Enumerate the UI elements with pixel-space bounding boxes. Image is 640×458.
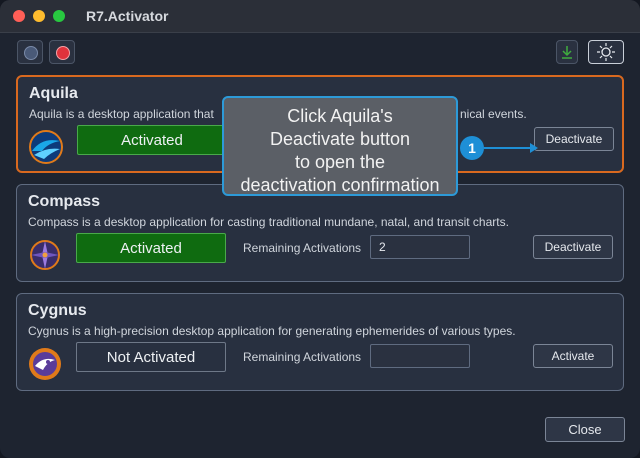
cygnus-logo-icon [29, 348, 61, 380]
product-panel-compass: Compass Compass is a desktop application… [16, 184, 624, 282]
product-name: Compass [28, 193, 101, 210]
download-button[interactable] [556, 40, 578, 64]
pointer-arrow-line [484, 147, 532, 149]
record-icon [24, 46, 38, 60]
aquila-logo-icon [29, 130, 63, 164]
product-name: Aquila [29, 85, 78, 102]
product-description: Cygnus is a high-precision desktop appli… [28, 324, 516, 338]
deactivate-button-compass[interactable]: Deactivate [533, 235, 613, 259]
close-button[interactable]: Close [545, 417, 625, 442]
sun-icon [597, 43, 615, 61]
compass-logo-icon [30, 240, 60, 270]
arrow-right-icon [530, 143, 538, 153]
activation-status: Not Activated [76, 342, 226, 372]
title-bar: R7.Activator [0, 0, 640, 33]
tutorial-callout: Click Aquila's Deactivate button to open… [222, 96, 458, 196]
product-description: Compass is a desktop application for cas… [28, 215, 509, 229]
remaining-activations-field [370, 344, 470, 368]
activate-button-cygnus[interactable]: Activate [533, 344, 613, 368]
step-number-badge: 1 [460, 136, 484, 160]
product-name: Cygnus [28, 302, 87, 319]
deactivate-button-aquila[interactable]: Deactivate [534, 127, 614, 151]
callout-line: to open the [294, 152, 386, 172]
remaining-activations-label: Remaining Activations [243, 241, 362, 255]
activation-status: Activated [77, 125, 227, 155]
minimize-window-button[interactable] [33, 10, 45, 22]
activator-window: R7.Activator Aquila Aquila is a desktop … [0, 0, 640, 458]
product-panel-cygnus: Cygnus Cygnus is a high-precision deskto… [16, 293, 624, 391]
callout-line: Click Aquila's [287, 106, 393, 126]
zoom-window-button[interactable] [53, 10, 65, 22]
product-description: Aquila is a desktop application that [29, 107, 214, 121]
remaining-activations-label: Remaining Activations [243, 350, 362, 364]
theme-toggle-button[interactable] [588, 40, 624, 64]
window-title: R7.Activator [86, 8, 169, 24]
remaining-activations-field: 2 [370, 235, 470, 259]
record-red-button[interactable] [49, 40, 75, 64]
activation-status: Activated [76, 233, 226, 263]
callout-line: deactivation confirmation [240, 175, 440, 195]
product-description-tail: nical events. [460, 107, 527, 121]
record-red-icon [56, 46, 70, 60]
download-icon [562, 46, 572, 59]
close-window-button[interactable] [13, 10, 25, 22]
callout-line: Deactivate button [269, 129, 411, 149]
record-button[interactable] [17, 40, 43, 64]
